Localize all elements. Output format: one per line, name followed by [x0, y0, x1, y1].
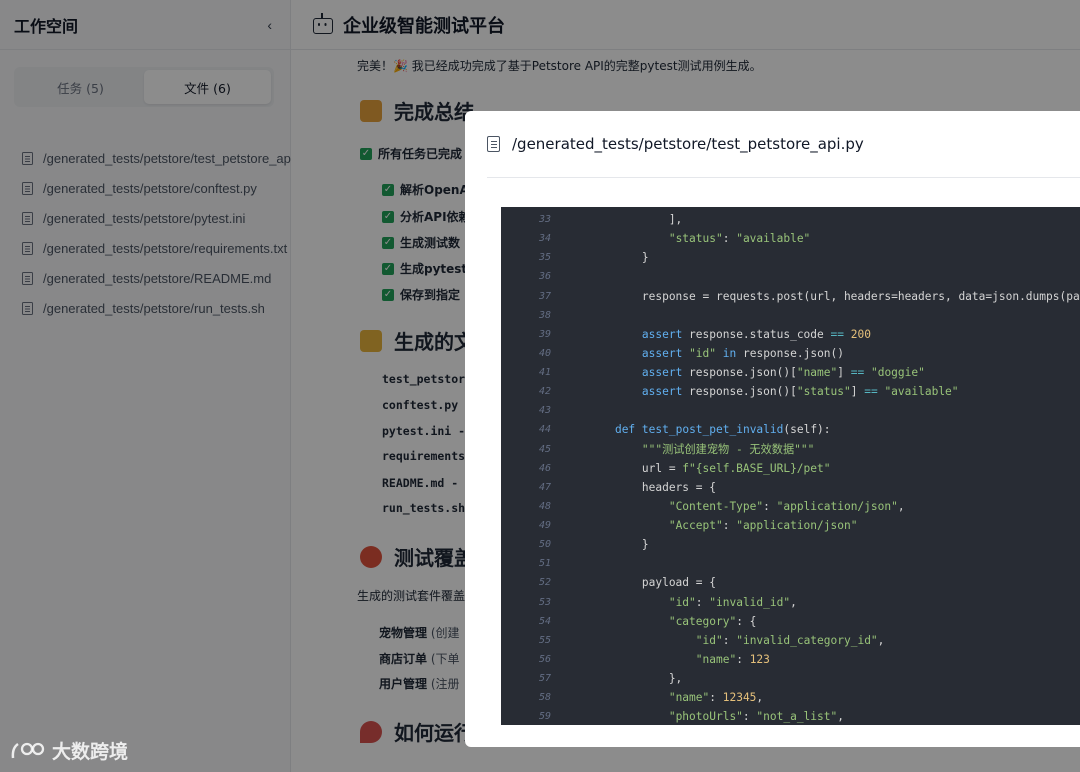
line-number: 43 — [538, 405, 551, 417]
code-line: 56 "name": 123 — [501, 650, 1080, 669]
code-line: 47 headers = { — [501, 478, 1080, 497]
code-text: } — [588, 538, 649, 552]
code-line: 57 }, — [501, 669, 1080, 688]
code-text: ], — [588, 213, 683, 226]
line-number: 48 — [538, 500, 551, 512]
line-number: 51 — [538, 558, 551, 570]
code-line: 41 assert response.json()["name"] == "do… — [501, 363, 1080, 382]
code-text: assert "id" in response.json() — [641, 346, 845, 360]
file-preview-modal: /generated_tests/petstore/test_petstore_… — [465, 111, 1080, 747]
code-text: "Content-Type": "application/json", — [668, 499, 905, 513]
line-number: 34 — [538, 233, 551, 245]
code-text: } — [588, 251, 649, 265]
code-line: 50 } — [501, 535, 1080, 554]
code-text: assert response.json()["status"] == "ava… — [641, 385, 959, 399]
code-line: 35 } — [501, 248, 1080, 267]
code-line: 40 assert "id" in response.json() — [501, 344, 1080, 363]
watermark: 大数跨境 — [10, 737, 128, 764]
line-number: 42 — [538, 386, 551, 398]
watermark-text: 大数跨境 — [52, 741, 129, 763]
code-line: 48 "Content-Type": "application/json", — [501, 497, 1080, 516]
code-line: 52 payload = { — [501, 573, 1080, 592]
code-text: "id": "invalid_category_id", — [695, 633, 885, 647]
line-number: 47 — [538, 481, 551, 493]
line-number: 53 — [538, 596, 551, 608]
line-number: 37 — [538, 290, 551, 302]
code-text: "name": 123 — [695, 652, 770, 666]
watermark-logo-icon — [11, 742, 45, 758]
code-line: 46 url = f"{self.BASE_URL}/pet" — [501, 459, 1080, 478]
line-number: 59 — [538, 711, 551, 723]
code-text: payload = { — [588, 576, 716, 590]
code-text: "category": { — [668, 614, 757, 628]
code-line: 39 assert response.status_code == 200 — [501, 325, 1080, 344]
line-number: 38 — [538, 309, 551, 321]
line-number: 50 — [538, 539, 551, 551]
code-line: 33 ], — [501, 210, 1080, 229]
code-line: 54 "category": { — [501, 612, 1080, 631]
code-line: 59 "photoUrls": "not_a_list", — [501, 707, 1080, 725]
line-number: 40 — [538, 347, 551, 359]
line-number: 56 — [538, 653, 551, 665]
line-number: 45 — [538, 443, 551, 455]
code-text: assert response.json()["name"] == "doggi… — [641, 366, 925, 379]
code-line: 38 — [501, 306, 1080, 325]
line-number: 35 — [538, 252, 551, 264]
code-line: 43 — [501, 401, 1080, 420]
code-line: 37 response = requests.post(url, headers… — [501, 287, 1080, 306]
line-number: 49 — [538, 520, 551, 531]
code-text: headers = { — [588, 480, 716, 494]
line-number: 57 — [538, 673, 551, 684]
line-number: 46 — [538, 462, 551, 474]
code-text: assert response.status_code == 200 — [641, 327, 871, 341]
code-line: 58 "name": 12345, — [501, 688, 1080, 707]
code-line: 49 "Accept": "application/json" — [501, 516, 1080, 535]
code-line: 36 — [501, 267, 1080, 286]
code-line: 55 "id": "invalid_category_id", — [501, 631, 1080, 650]
file-icon — [487, 136, 500, 152]
line-number: 54 — [538, 615, 551, 627]
code-text: "photoUrls": "not_a_list", — [668, 710, 844, 724]
code-text: "name": 12345, — [668, 691, 764, 705]
code-lines: 33 ], 34 "status": "available" 35 } 36 37 re… — [501, 210, 1080, 725]
line-number: 52 — [538, 577, 551, 589]
line-number: 41 — [538, 367, 551, 378]
code-text: }, — [588, 672, 683, 685]
line-number: 58 — [538, 692, 551, 704]
code-line: 53 "id": "invalid_id", — [501, 593, 1080, 612]
line-number: 33 — [538, 214, 551, 225]
code-viewer[interactable]: 33 ], 34 "status": "available" 35 } 36 37 re… — [501, 207, 1080, 725]
code-line: 44 def test_post_pet_invalid(self): — [501, 420, 1080, 439]
code-text: def test_post_pet_invalid(self): — [614, 423, 831, 437]
line-number: 44 — [538, 424, 551, 436]
code-text: "Accept": "application/json" — [668, 519, 858, 532]
code-line: 42 assert response.json()["status"] == "… — [501, 382, 1080, 401]
modal-header: /generated_tests/petstore/test_petstore_… — [487, 111, 1080, 178]
line-number: 55 — [538, 634, 551, 646]
line-number: 36 — [538, 271, 551, 283]
code-text: "status": "available" — [668, 232, 811, 246]
line-number: 39 — [538, 328, 551, 340]
code-line: 51 — [501, 554, 1080, 573]
code-text: "id": "invalid_id", — [668, 595, 797, 609]
modal-title: /generated_tests/petstore/test_petstore_… — [512, 135, 864, 153]
code-text: url = f"{self.BASE_URL}/pet" — [588, 461, 831, 475]
code-text: """测试创建宠物 - 无效数据""" — [641, 442, 815, 456]
code-line: 34 "status": "available" — [501, 229, 1080, 248]
code-text: response = requests.post(url, headers=he… — [588, 289, 1080, 303]
code-line: 45 """测试创建宠物 - 无效数据""" — [501, 440, 1080, 459]
